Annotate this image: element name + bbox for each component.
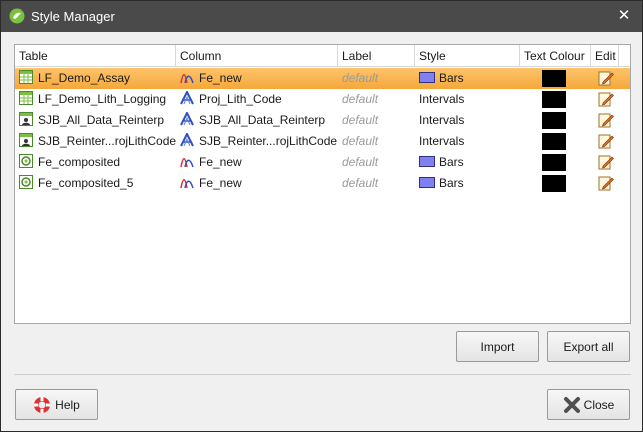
column-name: Fe_new bbox=[199, 176, 242, 190]
category-column-icon bbox=[180, 89, 194, 105]
style-name: Bars bbox=[439, 155, 464, 169]
text-colour-swatch[interactable] bbox=[542, 112, 566, 129]
style-swatch bbox=[419, 177, 435, 188]
category-column-icon bbox=[180, 110, 194, 126]
style-name: Bars bbox=[439, 176, 464, 190]
text-colour-swatch[interactable] bbox=[542, 133, 566, 150]
cell-column: SJB_Reinter...rojLithCode bbox=[176, 131, 338, 152]
cell-table: LF_Demo_Lith_Logging bbox=[15, 89, 176, 110]
table-row[interactable]: LF_Demo_Lith_Logging Proj_Lith_Code defaul… bbox=[15, 89, 630, 110]
table-name: SJB_Reinter...rojLithCode bbox=[38, 134, 176, 148]
column-name: SJB_Reinter...rojLithCode bbox=[199, 134, 338, 148]
column-header-table[interactable]: Table bbox=[15, 45, 176, 66]
window-close-icon[interactable]: ✕ bbox=[616, 8, 632, 24]
column-name: Fe_new bbox=[199, 71, 242, 85]
cell-label[interactable]: default bbox=[338, 131, 415, 152]
cell-column: Fe_new bbox=[176, 173, 338, 194]
numeric-column-icon bbox=[180, 175, 194, 189]
column-name: Fe_new bbox=[199, 155, 242, 169]
cell-column: Fe_new bbox=[176, 68, 338, 89]
text-colour-swatch[interactable] bbox=[542, 91, 566, 108]
export-all-button[interactable]: Export all bbox=[547, 331, 630, 362]
cell-style: Bars bbox=[415, 68, 520, 89]
table-row[interactable]: Fe_composited_5 Fe_new default Bars bbox=[15, 173, 630, 194]
edit-icon[interactable] bbox=[598, 91, 614, 107]
cell-column: SJB_All_Data_Reinterp bbox=[176, 110, 338, 131]
style-name: Intervals bbox=[419, 113, 465, 127]
help-button[interactable]: Help bbox=[15, 389, 98, 420]
import-button-label: Import bbox=[480, 339, 515, 354]
cell-label[interactable]: default bbox=[338, 173, 415, 194]
column-name: Proj_Lith_Code bbox=[199, 92, 282, 106]
cell-column: Proj_Lith_Code bbox=[176, 89, 338, 110]
cell-table: SJB_All_Data_Reinterp bbox=[15, 110, 176, 131]
column-header-style[interactable]: Style bbox=[415, 45, 520, 66]
close-button[interactable]: Close bbox=[547, 389, 630, 420]
numeric-column-icon bbox=[180, 70, 194, 84]
table-row[interactable]: SJB_Reinter...rojLithCode SJB_Reinter...r… bbox=[15, 131, 630, 152]
column-header-column[interactable]: Column bbox=[176, 45, 338, 66]
style-name: Intervals bbox=[419, 92, 465, 106]
cell-label[interactable]: default bbox=[338, 152, 415, 173]
table-icon bbox=[19, 91, 33, 105]
cell-style: Bars bbox=[415, 173, 520, 194]
table-row[interactable]: SJB_All_Data_Reinterp SJB_All_Data_Reinte… bbox=[15, 110, 630, 131]
styles-table: Table Column Label Style Text Colour Edi… bbox=[14, 44, 631, 324]
export-all-button-label: Export all bbox=[563, 339, 614, 354]
cell-style: Intervals bbox=[415, 110, 520, 131]
edit-icon[interactable] bbox=[598, 175, 614, 191]
style-swatch bbox=[419, 72, 435, 83]
titlebar: Style Manager ✕ bbox=[1, 1, 642, 32]
import-button[interactable]: Import bbox=[456, 331, 539, 362]
cell-style: Intervals bbox=[415, 89, 520, 110]
category-column-icon bbox=[180, 131, 194, 147]
interpretation-table-icon bbox=[19, 133, 33, 147]
table-header: Table Column Label Style Text Colour Edi… bbox=[15, 45, 630, 67]
numeric-column-icon bbox=[180, 154, 194, 168]
divider bbox=[14, 374, 631, 375]
style-manager-window: Style Manager ✕ Table Column Label Style… bbox=[0, 0, 643, 432]
cell-label[interactable]: default bbox=[338, 110, 415, 131]
composite-table-icon bbox=[19, 154, 33, 168]
cell-column: Fe_new bbox=[176, 152, 338, 173]
style-swatch bbox=[419, 156, 435, 167]
text-colour-swatch[interactable] bbox=[542, 154, 566, 171]
style-name: Intervals bbox=[419, 134, 465, 148]
cell-table: SJB_Reinter...rojLithCode bbox=[15, 131, 176, 152]
edit-icon[interactable] bbox=[598, 154, 614, 170]
lifebuoy-icon bbox=[33, 396, 51, 414]
cell-style: Bars bbox=[415, 152, 520, 173]
leapfrog-app-icon bbox=[9, 8, 25, 24]
table-icon bbox=[19, 70, 33, 84]
table-name: Fe_composited_5 bbox=[38, 176, 134, 190]
edit-icon[interactable] bbox=[598, 112, 614, 128]
window-title: Style Manager bbox=[31, 9, 115, 24]
close-button-label: Close bbox=[583, 397, 615, 412]
cell-table: LF_Demo_Assay bbox=[15, 68, 176, 89]
table-row[interactable]: LF_Demo_Assay Fe_new default Bars bbox=[15, 68, 630, 89]
table-name: SJB_All_Data_Reinterp bbox=[38, 113, 165, 127]
style-name: Bars bbox=[439, 71, 464, 85]
table-row[interactable]: Fe_composited Fe_new default Bars bbox=[15, 152, 630, 173]
edit-icon[interactable] bbox=[598, 133, 614, 149]
edit-icon[interactable] bbox=[598, 70, 614, 86]
table-name: LF_Demo_Assay bbox=[38, 71, 131, 85]
composite-table-icon bbox=[19, 175, 33, 189]
text-colour-swatch[interactable] bbox=[542, 175, 566, 192]
column-header-text-colour[interactable]: Text Colour bbox=[520, 45, 591, 66]
text-colour-swatch[interactable] bbox=[542, 70, 566, 87]
column-header-label[interactable]: Label bbox=[338, 45, 415, 66]
cell-table: Fe_composited_5 bbox=[15, 173, 176, 194]
help-button-label: Help bbox=[55, 397, 80, 412]
close-x-icon bbox=[563, 396, 581, 414]
interpretation-table-icon bbox=[19, 112, 33, 126]
table-name: LF_Demo_Lith_Logging bbox=[38, 92, 167, 106]
cell-table: Fe_composited bbox=[15, 152, 176, 173]
cell-label[interactable]: default bbox=[338, 68, 415, 89]
table-name: Fe_composited bbox=[38, 155, 121, 169]
cell-label[interactable]: default bbox=[338, 89, 415, 110]
cell-style: Intervals bbox=[415, 131, 520, 152]
column-header-edit[interactable]: Edit bbox=[591, 45, 619, 66]
column-name: SJB_All_Data_Reinterp bbox=[199, 113, 326, 127]
